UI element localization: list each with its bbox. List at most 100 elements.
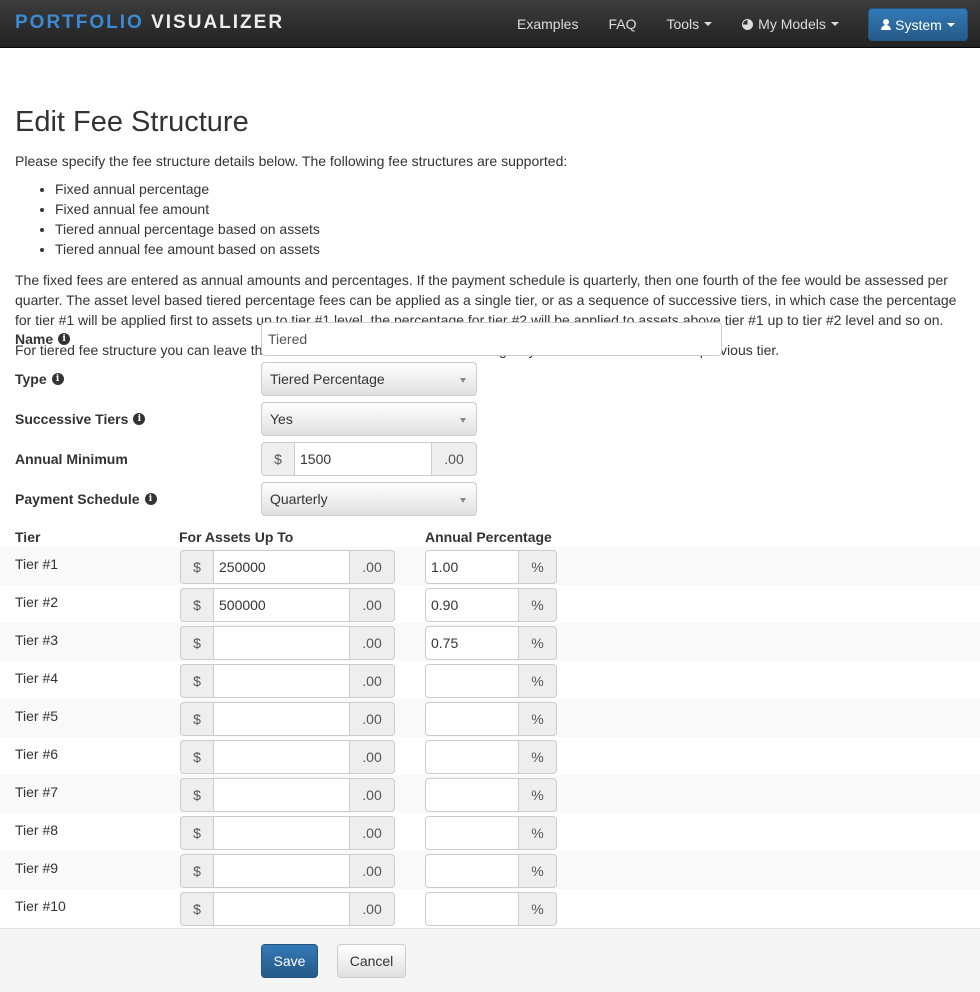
assets-input[interactable] xyxy=(213,702,350,736)
percentage-input[interactable] xyxy=(425,816,519,850)
percentage-input[interactable] xyxy=(425,740,519,774)
tier-name: Tier #9 xyxy=(15,860,59,876)
currency-addon: $ xyxy=(180,550,214,584)
assets-input[interactable] xyxy=(213,892,350,926)
name-row: Name i Tiered xyxy=(0,322,980,356)
assets-input[interactable] xyxy=(213,778,350,812)
table-row: Tier #4 $ .00% xyxy=(0,661,980,699)
brand-part2: VISUALIZER xyxy=(151,12,285,33)
cents-addon: .00 xyxy=(349,892,395,926)
currency-addon: $ xyxy=(180,626,214,660)
system-menu-button[interactable]: System xyxy=(868,8,968,41)
cents-addon: .00 xyxy=(349,588,395,622)
caret-down-icon xyxy=(704,22,713,26)
brand-logo[interactable]: PORTFOLIO VISUALIZER xyxy=(15,12,284,34)
nav-tools[interactable]: Tools xyxy=(651,16,727,32)
list-item: Tiered annual fee amount based on assets xyxy=(55,239,320,259)
header-percentage: Annual Percentage xyxy=(425,529,552,545)
table-row: Tier #5 $ .00% xyxy=(0,699,980,737)
user-icon xyxy=(881,19,892,30)
list-item: Fixed annual fee amount xyxy=(55,199,320,219)
table-row: Tier #2 $500000.00 0.90% xyxy=(0,585,980,623)
percent-addon: % xyxy=(518,892,557,926)
percentage-input[interactable] xyxy=(425,778,519,812)
currency-addon: $ xyxy=(180,588,214,622)
cents-addon: .00 xyxy=(349,740,395,774)
assets-input[interactable]: 250000 xyxy=(213,550,350,584)
assets-input[interactable] xyxy=(213,854,350,888)
header-tier: Tier xyxy=(15,529,41,545)
form-actions-bar xyxy=(0,928,980,992)
assets-input[interactable] xyxy=(213,816,350,850)
name-label-text: Name xyxy=(15,331,54,347)
tier-name: Tier #3 xyxy=(15,632,59,648)
schedule-select[interactable]: Quarterly xyxy=(261,482,477,516)
cents-addon: .00 xyxy=(349,664,395,698)
tier-name: Tier #10 xyxy=(15,898,66,914)
percent-addon: % xyxy=(518,854,557,888)
schedule-row: Payment Schedule i Quarterly xyxy=(0,482,980,516)
tier-name: Tier #7 xyxy=(15,784,59,800)
info-icon[interactable]: i xyxy=(58,333,71,345)
assets-input[interactable] xyxy=(213,626,350,660)
page-title: Edit Fee Structure xyxy=(15,106,249,138)
chevron-down-icon xyxy=(460,418,466,423)
chevron-down-icon xyxy=(460,498,466,503)
type-label-text: Type xyxy=(15,371,47,387)
minimum-input[interactable]: 1500 xyxy=(294,442,432,476)
successive-select-value: Yes xyxy=(270,411,293,427)
list-item: Fixed annual percentage xyxy=(55,179,320,199)
pie-chart-icon xyxy=(742,18,754,30)
successive-select[interactable]: Yes xyxy=(261,402,477,436)
percent-addon: % xyxy=(518,588,557,622)
table-row: Tier #1 $250000.00 1.00% xyxy=(0,547,980,585)
percentage-input[interactable]: 0.90 xyxy=(425,588,519,622)
minimum-label: Annual Minimum xyxy=(15,451,128,467)
header-assets: For Assets Up To xyxy=(179,529,294,545)
assets-input[interactable]: 500000 xyxy=(213,588,350,622)
info-icon[interactable]: i xyxy=(133,413,146,425)
intro-text: Please specify the fee structure details… xyxy=(15,153,568,169)
currency-addon: $ xyxy=(261,442,295,476)
list-item: Tiered annual percentage based on assets xyxy=(55,219,320,239)
successive-label-text: Successive Tiers xyxy=(15,411,129,427)
cents-addon: .00 xyxy=(431,442,477,476)
cents-addon: .00 xyxy=(349,702,395,736)
info-icon[interactable]: i xyxy=(144,493,157,505)
nav-examples[interactable]: Examples xyxy=(502,16,593,32)
nav-my-models[interactable]: My Models xyxy=(727,16,854,32)
tier-name: Tier #2 xyxy=(15,594,59,610)
percent-addon: % xyxy=(518,816,557,850)
save-button[interactable]: Save xyxy=(261,944,318,978)
table-row: Tier #6 $ .00% xyxy=(0,737,980,775)
percentage-input[interactable] xyxy=(425,664,519,698)
nav-faq[interactable]: FAQ xyxy=(593,16,651,32)
type-select[interactable]: Tiered Percentage xyxy=(261,362,477,396)
percent-addon: % xyxy=(518,664,557,698)
name-input[interactable]: Tiered xyxy=(261,322,722,356)
type-label: Type i xyxy=(15,369,64,389)
percentage-input[interactable]: 1.00 xyxy=(425,550,519,584)
cents-addon: .00 xyxy=(349,778,395,812)
percentage-input[interactable] xyxy=(425,892,519,926)
minimum-row: Annual Minimum $ 1500 .00 xyxy=(0,442,980,476)
percent-addon: % xyxy=(518,550,557,584)
info-icon[interactable]: i xyxy=(51,373,64,385)
percentage-input[interactable] xyxy=(425,702,519,736)
cents-addon: .00 xyxy=(349,816,395,850)
type-row: Type i Tiered Percentage xyxy=(0,362,980,396)
cancel-button[interactable]: Cancel xyxy=(337,944,406,978)
name-label: Name i xyxy=(15,329,71,349)
assets-input[interactable] xyxy=(213,664,350,698)
successive-row: Successive Tiers i Yes xyxy=(0,402,980,436)
percentage-input[interactable]: 0.75 xyxy=(425,626,519,660)
table-row: Tier #7 $ .00% xyxy=(0,775,980,813)
assets-input[interactable] xyxy=(213,740,350,774)
brand-part1: PORTFOLIO xyxy=(15,12,144,33)
currency-addon: $ xyxy=(180,816,214,850)
percentage-input[interactable] xyxy=(425,854,519,888)
tier-name: Tier #4 xyxy=(15,670,59,686)
fee-types-list: Fixed annual percentage Fixed annual fee… xyxy=(15,179,320,259)
table-row: Tier #8 $ .00% xyxy=(0,813,980,851)
schedule-label-text: Payment Schedule xyxy=(15,491,140,507)
